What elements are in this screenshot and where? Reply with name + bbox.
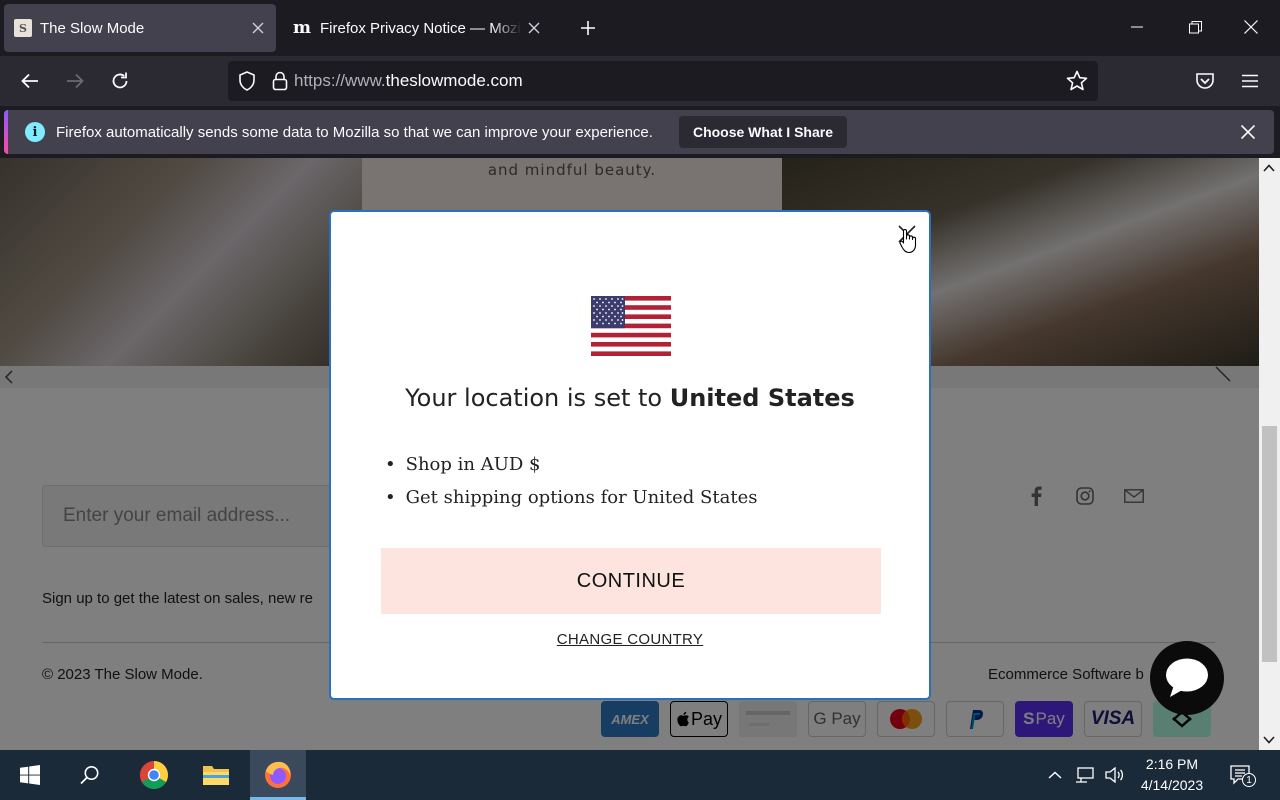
minimize-button[interactable] bbox=[1122, 12, 1152, 42]
system-clock[interactable]: 2:16 PM 4/14/2023 bbox=[1136, 754, 1208, 796]
site-favicon-icon: S bbox=[14, 19, 32, 37]
pocket-icon[interactable] bbox=[1189, 65, 1221, 97]
info-icon: i bbox=[25, 122, 45, 142]
chrome-icon[interactable] bbox=[126, 750, 182, 800]
clock-date: 4/14/2023 bbox=[1140, 777, 1204, 793]
url-text[interactable]: https://www.theslowmode.com bbox=[294, 71, 523, 91]
location-country: United States bbox=[669, 384, 855, 412]
continue-button[interactable]: CONTINUE bbox=[381, 548, 881, 614]
tab-the-slow-mode[interactable]: S The Slow Mode bbox=[4, 4, 276, 52]
file-explorer-icon[interactable] bbox=[188, 750, 244, 800]
restore-button[interactable] bbox=[1180, 12, 1210, 42]
navigation-toolbar: https://www.theslowmode.com bbox=[0, 56, 1280, 106]
hamburger-menu-icon[interactable] bbox=[1234, 65, 1266, 97]
tab-bar: S The Slow Mode m Firefox Privacy Notice… bbox=[0, 0, 1280, 56]
page-scrollbar[interactable] bbox=[1259, 158, 1280, 750]
windows-taskbar: 2:16 PM 4/14/2023 1 bbox=[0, 750, 1280, 800]
forward-button[interactable] bbox=[59, 65, 91, 97]
location-modal: Your location is set to United States Sh… bbox=[329, 210, 931, 700]
notification-count-badge: 1 bbox=[1242, 773, 1256, 787]
list-item: Get shipping options for United States bbox=[385, 486, 758, 519]
action-center-icon[interactable]: 1 bbox=[1228, 764, 1256, 787]
windows-start-icon[interactable] bbox=[2, 750, 58, 800]
mouse-cursor-hand-icon bbox=[899, 228, 919, 259]
volume-icon[interactable] bbox=[1104, 764, 1126, 786]
close-notification-icon[interactable] bbox=[1236, 120, 1260, 144]
location-heading: Your location is set to United States bbox=[405, 384, 855, 412]
network-icon[interactable] bbox=[1074, 764, 1096, 786]
list-item: Shop in AUD $ bbox=[385, 453, 757, 486]
close-tab-icon[interactable] bbox=[246, 16, 270, 40]
us-flag-icon bbox=[591, 296, 671, 356]
scroll-up-arrow-icon[interactable] bbox=[1263, 164, 1275, 172]
close-tab-icon[interactable] bbox=[522, 16, 546, 40]
bookmark-star-icon[interactable] bbox=[1066, 70, 1088, 92]
scroll-down-arrow-icon[interactable] bbox=[1263, 736, 1275, 744]
search-icon[interactable] bbox=[62, 750, 118, 800]
data-collection-notification-bar: i Firefox automatically sends some data … bbox=[4, 110, 1274, 154]
show-hidden-icons-chevron-icon[interactable] bbox=[1044, 764, 1066, 786]
live-chat-button[interactable] bbox=[1150, 641, 1224, 715]
scrollbar-thumb[interactable] bbox=[1262, 426, 1277, 662]
lock-icon[interactable] bbox=[272, 71, 288, 91]
reload-button[interactable] bbox=[104, 65, 136, 97]
new-tab-button[interactable] bbox=[574, 14, 602, 42]
change-country-link[interactable]: CHANGE COUNTRY bbox=[331, 631, 929, 648]
tab-title: The Slow Mode bbox=[40, 19, 145, 37]
mozilla-favicon-icon: m bbox=[293, 18, 311, 38]
notification-message: Firefox automatically sends some data to… bbox=[56, 123, 653, 141]
address-bar[interactable]: https://www.theslowmode.com bbox=[228, 61, 1098, 101]
choose-what-i-share-button[interactable]: Choose What I Share bbox=[678, 116, 847, 148]
tracking-protection-shield-icon[interactable] bbox=[238, 71, 256, 91]
location-details-list: Shop in AUD $ Get shipping options for U… bbox=[385, 453, 758, 519]
tab-firefox-privacy[interactable]: m Firefox Privacy Notice — Mozilla bbox=[282, 4, 552, 52]
firefox-icon[interactable] bbox=[250, 750, 306, 800]
clock-time: 2:16 PM bbox=[1145, 756, 1199, 772]
back-button[interactable] bbox=[14, 65, 46, 97]
close-window-button[interactable] bbox=[1236, 12, 1266, 42]
tab-title: Firefox Privacy Notice — Mozilla bbox=[320, 19, 522, 37]
